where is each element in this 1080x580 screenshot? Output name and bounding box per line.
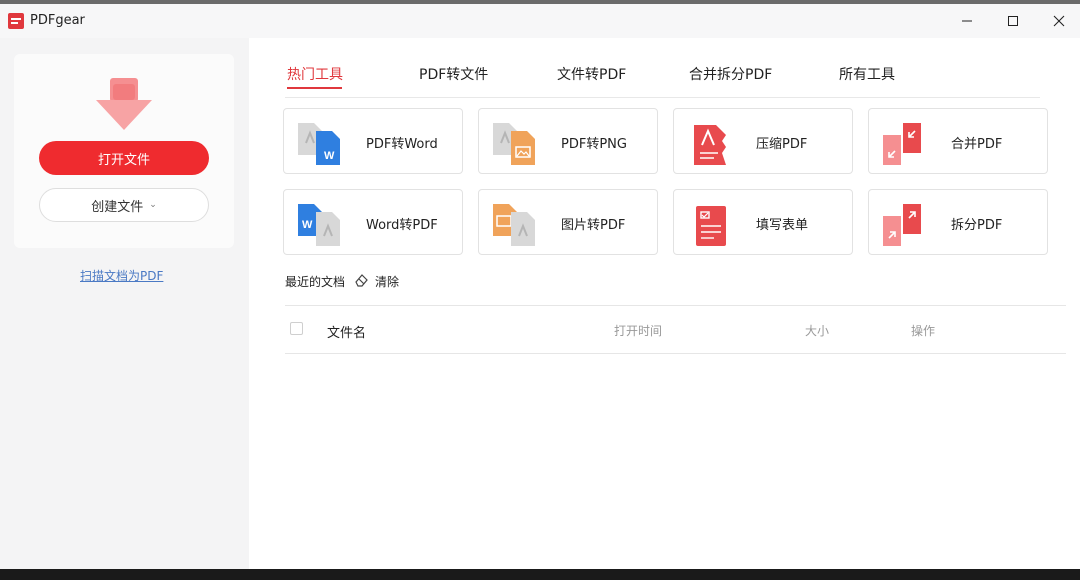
fill-form-icon xyxy=(696,206,726,246)
column-header-opened-time[interactable]: 打开时间 xyxy=(614,322,662,339)
title-bar: PDFgear xyxy=(0,4,1080,38)
svg-text:W: W xyxy=(302,219,313,231)
svg-text:W: W xyxy=(324,150,335,162)
minimize-button[interactable] xyxy=(944,4,990,38)
chevron-down-icon: ⌄ xyxy=(149,200,157,210)
close-button[interactable] xyxy=(1036,4,1080,38)
tool-card-compress-pdf[interactable]: 压缩PDF xyxy=(673,108,853,174)
app-window: PDFgear 打开文件 创建文件 ⌄ 扫描文档为PDF 热门工具 PDF转文件… xyxy=(0,4,1080,569)
tool-tabs: 热门工具 PDF转文件 文件转PDF 合并拆分PDF 所有工具 xyxy=(249,38,1080,98)
tool-card-merge-pdf[interactable]: 合并PDF xyxy=(868,108,1048,174)
tool-label: 填写表单 xyxy=(756,218,809,233)
tool-card-image-to-pdf[interactable]: 图片转PDF xyxy=(478,189,658,255)
pdf-to-png-icon xyxy=(493,123,535,165)
pdf-to-word-icon: W xyxy=(298,123,340,165)
tab-popular-tools[interactable]: 热门工具 xyxy=(287,64,343,84)
tool-label: Word转PDF xyxy=(366,218,438,233)
select-all-checkbox[interactable] xyxy=(290,322,303,335)
tool-card-pdf-to-word[interactable]: W PDF转Word xyxy=(283,108,463,174)
image-to-pdf-icon xyxy=(493,204,535,246)
column-header-actions: 操作 xyxy=(911,324,936,338)
tool-card-fill-form[interactable]: 填写表单 xyxy=(673,189,853,255)
download-arrow-icon xyxy=(96,78,152,130)
pdfgear-logo-icon xyxy=(8,13,24,29)
tab-file-to-pdf[interactable]: 文件转PDF xyxy=(557,64,626,84)
tool-card-split-pdf[interactable]: 拆分PDF xyxy=(868,189,1048,255)
sidebar: 打开文件 创建文件 ⌄ 扫描文档为PDF xyxy=(0,38,249,569)
compress-pdf-icon xyxy=(694,125,726,165)
active-tab-indicator xyxy=(287,87,342,89)
table-divider xyxy=(285,305,1066,306)
main-panel: 热门工具 PDF转文件 文件转PDF 合并拆分PDF 所有工具 W PDF转Wo… xyxy=(249,38,1080,569)
tool-label: 合并PDF xyxy=(951,137,1003,152)
merge-pdf-icon xyxy=(883,123,921,165)
tool-card-pdf-to-png[interactable]: PDF转PNG xyxy=(478,108,658,174)
tool-label: PDF转Word xyxy=(366,137,438,152)
scan-to-pdf-link[interactable]: 扫描文档为PDF xyxy=(80,267,163,284)
maximize-icon xyxy=(1008,16,1018,26)
tool-label: 图片转PDF xyxy=(561,218,626,233)
maximize-button[interactable] xyxy=(990,4,1036,38)
tool-label: 拆分PDF xyxy=(951,218,1003,233)
create-file-button[interactable]: 创建文件 ⌄ xyxy=(39,188,209,222)
column-header-size[interactable]: 大小 xyxy=(805,322,829,339)
tool-label: PDF转PNG xyxy=(561,137,627,152)
tool-label: 压缩PDF xyxy=(756,137,808,152)
tab-merge-split-pdf[interactable]: 合并拆分PDF xyxy=(689,64,772,84)
tool-card-word-to-pdf[interactable]: W Word转PDF xyxy=(283,189,463,255)
open-file-button[interactable]: 打开文件 xyxy=(39,141,209,175)
tab-pdf-to-file[interactable]: PDF转文件 xyxy=(419,64,488,84)
taskbar-edge xyxy=(0,569,1080,580)
minimize-icon xyxy=(962,20,972,22)
eraser-icon[interactable] xyxy=(353,272,369,288)
table-divider xyxy=(285,353,1066,354)
recent-documents-title: 最近的文档 xyxy=(285,275,346,289)
split-pdf-icon xyxy=(883,204,921,246)
app-title: PDFgear xyxy=(30,13,85,28)
open-file-card[interactable]: 打开文件 创建文件 ⌄ xyxy=(14,54,234,248)
column-header-name[interactable]: 文件名 xyxy=(327,322,366,341)
create-file-label: 创建文件 xyxy=(91,199,144,215)
tabs-divider xyxy=(285,97,1040,98)
word-to-pdf-icon: W xyxy=(298,204,340,246)
clear-recent-button[interactable]: 清除 xyxy=(375,273,399,290)
tab-all-tools[interactable]: 所有工具 xyxy=(839,64,895,84)
close-icon xyxy=(1053,15,1065,27)
